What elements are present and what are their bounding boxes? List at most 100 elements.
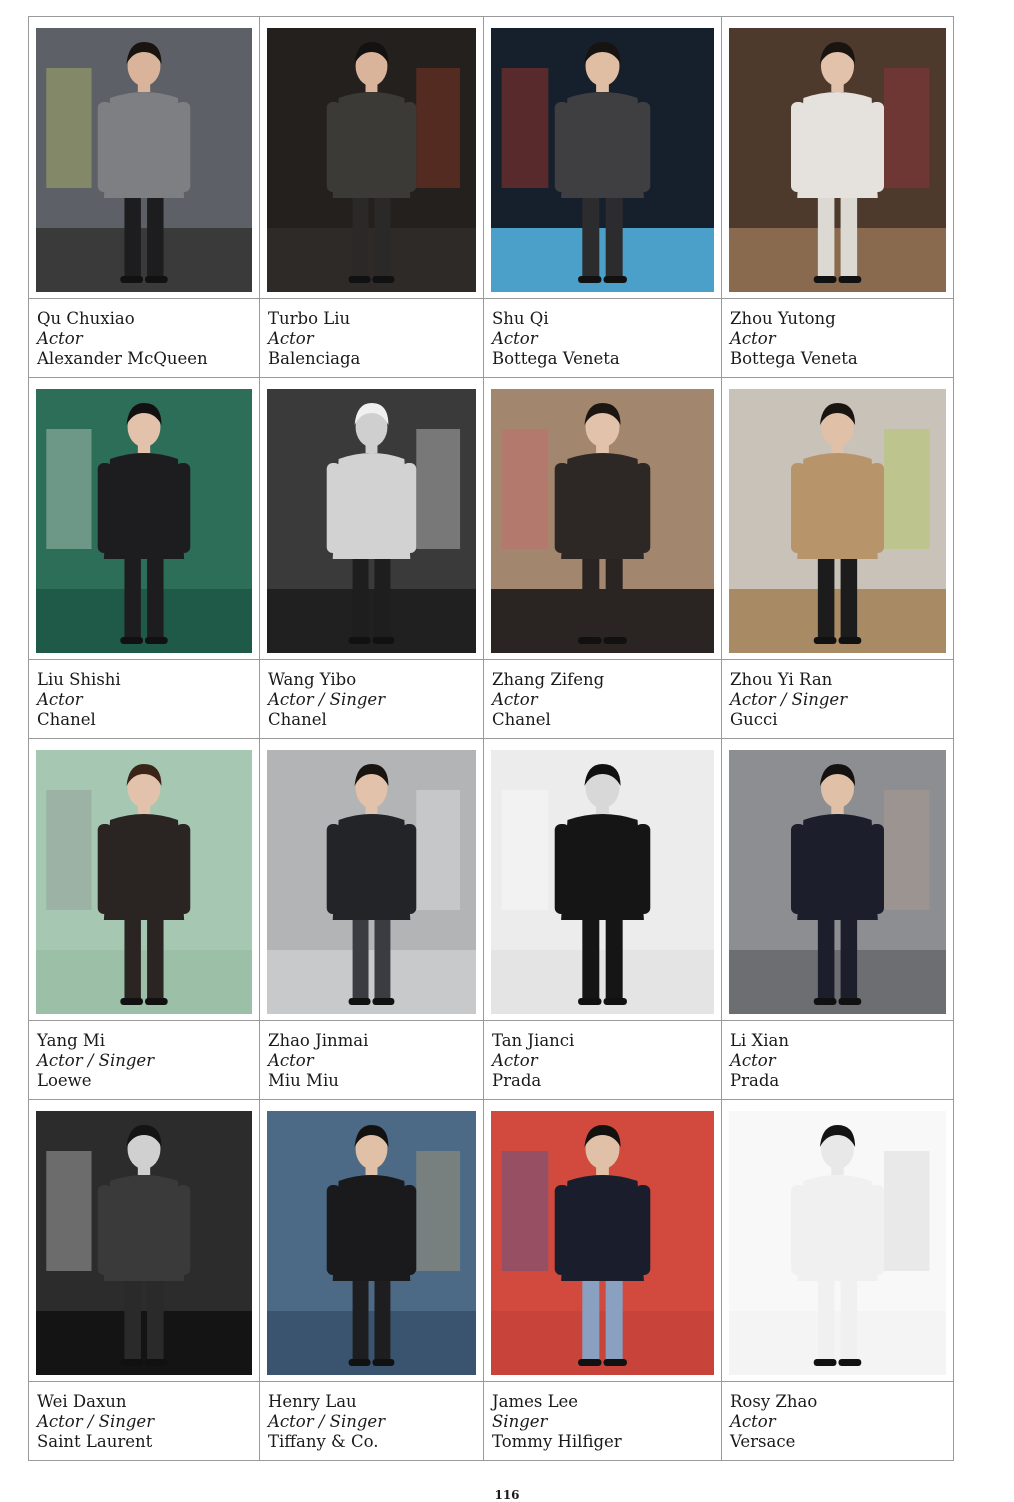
person-name: Zhao Jinmai <box>268 1031 369 1050</box>
photo-cell <box>722 378 954 660</box>
photo-accent <box>416 790 461 910</box>
person-name: Zhou Yi Ran <box>730 670 833 689</box>
portrait-photo-liu-shishi <box>36 389 252 653</box>
person-name: Tan Jianci <box>492 1031 575 1050</box>
caption-wei-daxun: Wei Daxun Actor / Singer Saint Laurent <box>29 1382 260 1461</box>
caption-tan-jianci: Tan Jianci Actor Prada <box>484 1021 722 1100</box>
figure-left-shoe <box>120 276 143 283</box>
person-role: Actor <box>37 690 83 709</box>
photo-cell <box>260 1100 484 1382</box>
figure-outfit <box>797 453 878 559</box>
figure-right-shoe <box>145 637 168 644</box>
person-role: Actor <box>492 329 538 348</box>
figure-right-arm <box>635 102 651 192</box>
person-role: Actor / Singer <box>268 690 386 709</box>
photo-cell <box>484 739 722 1021</box>
person-brand: Chanel <box>268 710 327 729</box>
photo-accent <box>416 429 461 549</box>
photo-accent <box>46 790 92 910</box>
portrait-photo-zhang-zifeng <box>491 389 714 653</box>
person-brand: Gucci <box>730 710 778 729</box>
photo-cell <box>484 1100 722 1382</box>
photo-accent <box>501 1151 549 1271</box>
photo-accent <box>501 68 549 188</box>
photo-floor <box>729 950 946 1014</box>
person-brand: Chanel <box>492 710 551 729</box>
figure-right-arm <box>635 1185 651 1275</box>
portrait-photo-zhou-yutong <box>729 28 946 292</box>
figure-right-arm <box>402 1185 417 1275</box>
caption-james-lee: James Lee Singer Tommy Hilfiger <box>484 1382 722 1461</box>
photo-floor <box>36 589 252 653</box>
figure-left-shoe <box>578 637 602 644</box>
portrait-photo-james-lee <box>491 1111 714 1375</box>
figure-left-arm <box>554 463 570 553</box>
person-role: Actor / Singer <box>268 1412 386 1431</box>
figure-right-shoe <box>372 1359 395 1366</box>
person-brand: Balenciaga <box>268 349 361 368</box>
caption-shu-qi: Shu Qi Actor Bottega Veneta <box>484 299 722 378</box>
person-name: Wang Yibo <box>268 670 357 689</box>
figure-left-arm <box>97 1185 113 1275</box>
person-role: Actor <box>730 1412 776 1431</box>
photo-accent <box>416 1151 461 1271</box>
figure-outfit <box>797 1175 878 1281</box>
caption-li-xian: Li Xian Actor Prada <box>722 1021 954 1100</box>
photo-floor <box>491 1311 714 1375</box>
person-name: Zhang Zifeng <box>492 670 605 689</box>
figure-outfit <box>332 92 411 198</box>
caption-liu-shishi: Liu Shishi Actor Chanel <box>29 660 260 739</box>
photo-accent <box>884 68 930 188</box>
figure-left-arm <box>791 102 806 192</box>
figure-left-arm <box>791 824 806 914</box>
person-brand: Bottega Veneta <box>730 349 858 368</box>
person-name: Yang Mi <box>37 1031 106 1050</box>
figure-right-shoe <box>145 276 168 283</box>
person-name: Zhou Yutong <box>730 309 836 328</box>
person-name: Li Xian <box>730 1031 789 1050</box>
figure-left-arm <box>97 463 113 553</box>
figure-right-arm <box>869 824 884 914</box>
figure-outfit <box>332 814 411 920</box>
figure-left-arm <box>791 463 806 553</box>
caption-qu-chuxiao: Qu Chuxiao Actor Alexander McQueen <box>29 299 260 378</box>
figure-right-arm <box>869 102 884 192</box>
photo-cell <box>260 378 484 660</box>
person-name: Shu Qi <box>492 309 549 328</box>
caption-zhou-yi-ran: Zhou Yi Ran Actor / Singer Gucci <box>722 660 954 739</box>
person-name: Turbo Liu <box>268 309 351 328</box>
photo-accent <box>501 790 549 910</box>
portrait-photo-zhao-jinmai <box>267 750 476 1014</box>
caption-zhou-yutong: Zhou Yutong Actor Bottega Veneta <box>722 299 954 378</box>
photo-cell <box>260 17 484 299</box>
person-brand: Miu Miu <box>268 1071 339 1090</box>
figure-outfit <box>103 453 185 559</box>
caption-turbo-liu: Turbo Liu Actor Balenciaga <box>260 299 484 378</box>
photo-accent <box>884 1151 930 1271</box>
portrait-photo-shu-qi <box>491 28 714 292</box>
figure-right-shoe <box>603 276 627 283</box>
person-name: Liu Shishi <box>37 670 121 689</box>
figure-right-shoe <box>603 998 627 1005</box>
photo-cell <box>29 17 260 299</box>
figure-left-arm <box>326 102 341 192</box>
figure-right-arm <box>402 102 417 192</box>
caption-wang-yibo: Wang Yibo Actor / Singer Chanel <box>260 660 484 739</box>
figure-right-shoe <box>838 998 862 1005</box>
person-brand: Versace <box>730 1432 796 1451</box>
figure-right-arm <box>635 463 651 553</box>
figure-right-shoe <box>372 276 395 283</box>
person-brand: Chanel <box>37 710 96 729</box>
portrait-photo-tan-jianci <box>491 750 714 1014</box>
figure-outfit <box>103 814 185 920</box>
person-name: James Lee <box>492 1392 579 1411</box>
figure-left-shoe <box>348 276 371 283</box>
caption-zhang-zifeng: Zhang Zifeng Actor Chanel <box>484 660 722 739</box>
figure-left-arm <box>97 824 113 914</box>
person-brand: Saint Laurent <box>37 1432 153 1451</box>
figure-outfit <box>797 814 878 920</box>
person-name: Qu Chuxiao <box>37 309 135 328</box>
figure-left-arm <box>554 1185 570 1275</box>
figure-left-shoe <box>813 1359 837 1366</box>
photo-floor <box>36 228 252 292</box>
